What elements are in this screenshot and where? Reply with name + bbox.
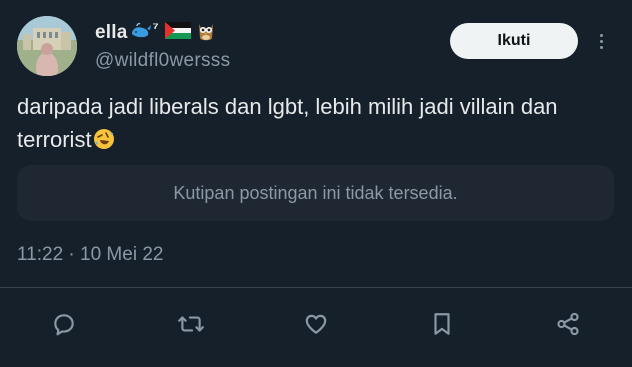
share-icon[interactable] <box>552 308 584 340</box>
more-dot <box>599 39 603 43</box>
avatar[interactable] <box>17 16 77 76</box>
quote-unavailable-text: Kutipan postingan ini tidak tersedia. <box>173 182 458 203</box>
avatar-image <box>17 16 77 76</box>
author-handle[interactable]: @wildfl0wersss <box>95 50 230 72</box>
reply-icon[interactable] <box>48 308 80 340</box>
like-icon[interactable] <box>300 308 332 340</box>
action-bar <box>0 300 632 348</box>
more-dot <box>599 33 603 37</box>
retweet-icon[interactable] <box>175 308 207 340</box>
tweet-text-container: daripada jadi liberals dan lgbt, lebih m… <box>17 90 622 159</box>
follow-button[interactable]: Ikuti <box>450 23 578 59</box>
whale-emoji <box>130 22 152 45</box>
superscript-seven: ⁷ <box>152 19 159 37</box>
tweet-timestamp[interactable]: 11:22 · 10 Mei 22 <box>17 244 163 266</box>
owl-emoji <box>197 20 215 47</box>
more-dot <box>599 45 603 49</box>
more-options-icon[interactable] <box>593 27 609 55</box>
bookmark-icon[interactable] <box>426 308 458 340</box>
palestine-flag-emoji <box>164 22 191 44</box>
author-name-row[interactable]: ella ⁷ <box>95 20 215 46</box>
display-name[interactable]: ella <box>95 22 128 44</box>
divider <box>0 287 632 288</box>
rolling-on-floor-laughing-emoji <box>93 126 115 159</box>
quote-unavailable-box: Kutipan postingan ini tidak tersedia. <box>17 165 614 221</box>
